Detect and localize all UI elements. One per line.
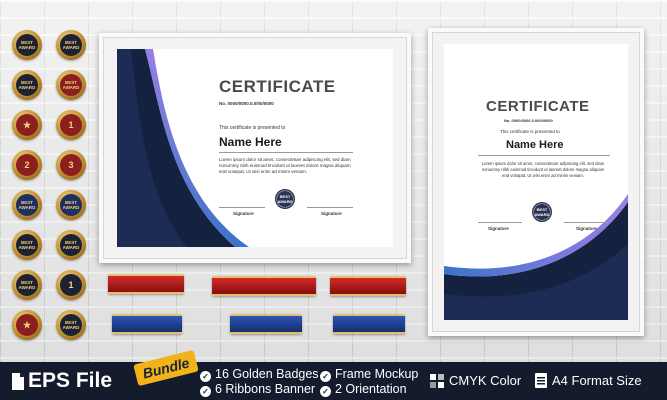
ribbon-blue-1 <box>112 314 182 334</box>
portrait-certificate-title: CERTIFICATE <box>486 98 590 115</box>
certificate-recipient-name: Name Here <box>219 135 282 149</box>
feature-bar: EPS File ✓ 16 Golden Badges ✓ 6 Ribbons Ba… <box>0 362 667 400</box>
portrait-certificate-frame: CERTIFICATE No. 0000/0000.0.0/00/0000 Th… <box>428 28 644 336</box>
portrait-recipient-name: Name Here <box>506 139 564 151</box>
landscape-certificate: CERTIFICATE No. 0000/0000.0.0/00/0000 Th… <box>117 49 393 247</box>
file-icon <box>12 373 24 390</box>
certificate-number: No. 0000/0000.0.0/00/0000 <box>219 101 274 106</box>
badge-best-award-ribbon: BEST AWARD <box>56 30 86 60</box>
ribbon-red-3 <box>330 276 406 296</box>
a4-format-feature: A4 Format Size <box>552 373 642 388</box>
badge-best-award-gold-2: BEST AWARD <box>56 230 86 260</box>
portrait-presented-text: This certificate is presented to <box>500 129 560 134</box>
badge-best-award-dark-4: BEST AWARD <box>56 310 86 340</box>
badge-best-award-dark: BEST AWARD <box>12 30 42 60</box>
badge-star-red: ★ <box>12 110 42 140</box>
badge-number-3: 3 <box>56 150 86 180</box>
check-circle-icon: ✓ <box>320 386 331 397</box>
badge-best-award-dark-2: BEST AWARD <box>12 70 42 100</box>
check-circle-icon: ✓ <box>200 386 211 397</box>
badge-best-award-blue-2: BEST AWARD <box>56 190 86 220</box>
badge-number-1-red: 1 <box>56 110 86 140</box>
badge-star-gold: ★ <box>12 310 42 340</box>
check-circle-icon: ✓ <box>320 371 331 382</box>
portrait-certificate-number: No. 0000/0000.0.0/00/0000 <box>504 118 553 123</box>
badge-best-award-gold: BEST AWARD <box>12 230 42 260</box>
document-icon <box>535 373 547 388</box>
check-circle-icon: ✓ <box>200 371 211 382</box>
portrait-certificate: CERTIFICATE No. 0000/0000.0.0/00/0000 Th… <box>444 44 628 320</box>
signature-left: Signature <box>233 211 254 216</box>
certificate-title: CERTIFICATE <box>219 77 336 96</box>
golden-badges-feature: ✓ 16 Golden Badges <box>200 367 319 382</box>
portrait-signature-right: Signature <box>576 226 597 231</box>
certificate-seal: BEST AWARD <box>275 189 295 209</box>
portrait-signature-left: Signature <box>488 226 509 231</box>
badge-number-1-dark: 1 <box>56 270 86 300</box>
frame-mockup-feature: ✓ Frame Mockup <box>320 367 418 382</box>
ribbon-red-1 <box>108 274 184 294</box>
badge-best-award-dark-3: BEST AWARD <box>12 270 42 300</box>
orientation-feature: ✓ 2 Orientation <box>320 382 407 397</box>
portrait-body-text: Lorem ipsum dolor sit amet, consectetuer… <box>481 161 605 178</box>
badge-best-award-red: BEST AWARD <box>56 70 86 100</box>
signature-right: Signature <box>321 211 342 216</box>
portrait-certificate-seal: BEST AWARD <box>532 202 552 222</box>
badge-number-2: 2 <box>12 150 42 180</box>
cmyk-grid-icon <box>430 374 444 388</box>
certificate-body-text: Lorem ipsum dolor sit amet, consectetuer… <box>219 157 351 174</box>
ribbon-red-2 <box>212 276 316 296</box>
badge-best-award-blue: BEST AWARD <box>12 190 42 220</box>
eps-file-label: EPS File <box>28 369 113 392</box>
ribbon-blue-3 <box>333 314 405 334</box>
certificate-presented-text: This certificate is presented to <box>219 125 286 131</box>
cmyk-color-feature: CMYK Color <box>449 373 522 388</box>
ribbons-banner-feature: ✓ 6 Ribbons Banner <box>200 382 315 397</box>
landscape-certificate-frame: CERTIFICATE No. 0000/0000.0.0/00/0000 Th… <box>99 33 411 263</box>
portrait-wave-decoration <box>444 194 628 320</box>
ribbon-blue-2 <box>230 314 302 334</box>
